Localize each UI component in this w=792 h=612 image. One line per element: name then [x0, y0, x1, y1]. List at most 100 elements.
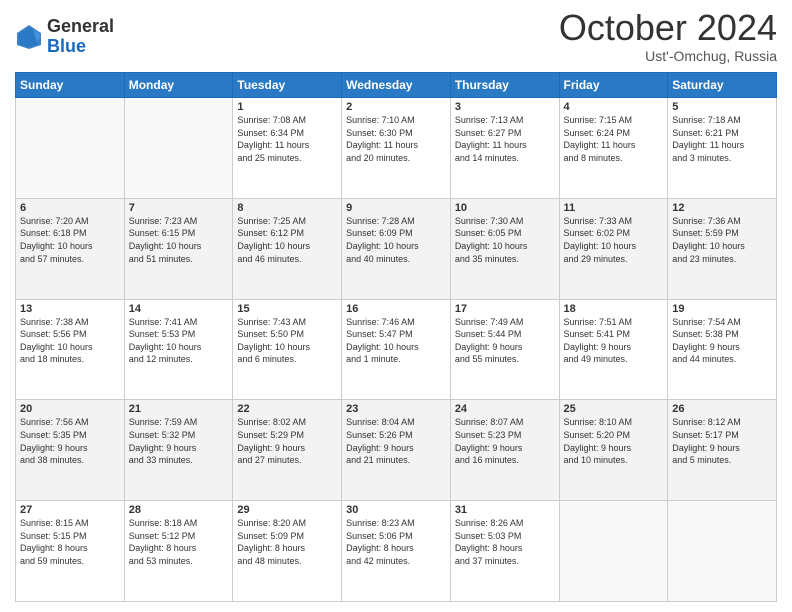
weekday-header-sunday: Sunday — [16, 73, 125, 98]
day-number: 20 — [20, 403, 120, 415]
calendar-cell: 2Sunrise: 7:10 AM Sunset: 6:30 PM Daylig… — [342, 98, 451, 199]
cell-daylight-info: Sunrise: 8:18 AM Sunset: 5:12 PM Dayligh… — [129, 517, 229, 567]
page: General Blue October 2024 Ust'-Omchug, R… — [0, 0, 792, 612]
calendar-cell: 11Sunrise: 7:33 AM Sunset: 6:02 PM Dayli… — [559, 198, 668, 299]
cell-daylight-info: Sunrise: 7:08 AM Sunset: 6:34 PM Dayligh… — [237, 114, 337, 164]
day-number: 10 — [455, 202, 555, 214]
cell-daylight-info: Sunrise: 8:10 AM Sunset: 5:20 PM Dayligh… — [564, 416, 664, 466]
day-number: 21 — [129, 403, 229, 415]
day-number: 13 — [20, 303, 120, 315]
cell-daylight-info: Sunrise: 7:20 AM Sunset: 6:18 PM Dayligh… — [20, 215, 120, 265]
cell-daylight-info: Sunrise: 7:51 AM Sunset: 5:41 PM Dayligh… — [564, 316, 664, 366]
day-number: 16 — [346, 303, 446, 315]
day-number: 28 — [129, 504, 229, 516]
cell-daylight-info: Sunrise: 7:56 AM Sunset: 5:35 PM Dayligh… — [20, 416, 120, 466]
cell-daylight-info: Sunrise: 7:18 AM Sunset: 6:21 PM Dayligh… — [672, 114, 772, 164]
calendar-cell: 3Sunrise: 7:13 AM Sunset: 6:27 PM Daylig… — [450, 98, 559, 199]
cell-daylight-info: Sunrise: 8:20 AM Sunset: 5:09 PM Dayligh… — [237, 517, 337, 567]
calendar-cell: 18Sunrise: 7:51 AM Sunset: 5:41 PM Dayli… — [559, 299, 668, 400]
weekday-header-monday: Monday — [124, 73, 233, 98]
calendar-cell: 22Sunrise: 8:02 AM Sunset: 5:29 PM Dayli… — [233, 400, 342, 501]
cell-daylight-info: Sunrise: 7:15 AM Sunset: 6:24 PM Dayligh… — [564, 114, 664, 164]
calendar-week-2: 6Sunrise: 7:20 AM Sunset: 6:18 PM Daylig… — [16, 198, 777, 299]
day-number: 6 — [20, 202, 120, 214]
cell-daylight-info: Sunrise: 8:12 AM Sunset: 5:17 PM Dayligh… — [672, 416, 772, 466]
logo-text: General Blue — [47, 17, 114, 57]
calendar-cell: 7Sunrise: 7:23 AM Sunset: 6:15 PM Daylig… — [124, 198, 233, 299]
calendar-cell: 15Sunrise: 7:43 AM Sunset: 5:50 PM Dayli… — [233, 299, 342, 400]
cell-daylight-info: Sunrise: 7:25 AM Sunset: 6:12 PM Dayligh… — [237, 215, 337, 265]
cell-daylight-info: Sunrise: 7:13 AM Sunset: 6:27 PM Dayligh… — [455, 114, 555, 164]
calendar-cell: 21Sunrise: 7:59 AM Sunset: 5:32 PM Dayli… — [124, 400, 233, 501]
weekday-header-thursday: Thursday — [450, 73, 559, 98]
day-number: 18 — [564, 303, 664, 315]
calendar-cell: 25Sunrise: 8:10 AM Sunset: 5:20 PM Dayli… — [559, 400, 668, 501]
day-number: 22 — [237, 403, 337, 415]
cell-daylight-info: Sunrise: 7:41 AM Sunset: 5:53 PM Dayligh… — [129, 316, 229, 366]
calendar-cell: 31Sunrise: 8:26 AM Sunset: 5:03 PM Dayli… — [450, 501, 559, 602]
calendar-cell: 13Sunrise: 7:38 AM Sunset: 5:56 PM Dayli… — [16, 299, 125, 400]
location-subtitle: Ust'-Omchug, Russia — [559, 48, 777, 64]
month-title: October 2024 — [559, 10, 777, 46]
day-number: 29 — [237, 504, 337, 516]
cell-daylight-info: Sunrise: 7:10 AM Sunset: 6:30 PM Dayligh… — [346, 114, 446, 164]
day-number: 30 — [346, 504, 446, 516]
logo: General Blue — [15, 17, 114, 57]
day-number: 31 — [455, 504, 555, 516]
cell-daylight-info: Sunrise: 7:36 AM Sunset: 5:59 PM Dayligh… — [672, 215, 772, 265]
calendar-cell: 23Sunrise: 8:04 AM Sunset: 5:26 PM Dayli… — [342, 400, 451, 501]
calendar-cell — [559, 501, 668, 602]
calendar-cell — [668, 501, 777, 602]
day-number: 14 — [129, 303, 229, 315]
weekday-header-tuesday: Tuesday — [233, 73, 342, 98]
cell-daylight-info: Sunrise: 8:23 AM Sunset: 5:06 PM Dayligh… — [346, 517, 446, 567]
calendar-cell: 19Sunrise: 7:54 AM Sunset: 5:38 PM Dayli… — [668, 299, 777, 400]
calendar-cell: 9Sunrise: 7:28 AM Sunset: 6:09 PM Daylig… — [342, 198, 451, 299]
day-number: 2 — [346, 101, 446, 113]
cell-daylight-info: Sunrise: 7:46 AM Sunset: 5:47 PM Dayligh… — [346, 316, 446, 366]
day-number: 5 — [672, 101, 772, 113]
day-number: 27 — [20, 504, 120, 516]
cell-daylight-info: Sunrise: 8:02 AM Sunset: 5:29 PM Dayligh… — [237, 416, 337, 466]
logo-icon — [15, 23, 43, 51]
day-number: 15 — [237, 303, 337, 315]
logo-blue: Blue — [47, 37, 114, 57]
title-block: October 2024 Ust'-Omchug, Russia — [559, 10, 777, 64]
weekday-header-saturday: Saturday — [668, 73, 777, 98]
day-number: 11 — [564, 202, 664, 214]
day-number: 19 — [672, 303, 772, 315]
cell-daylight-info: Sunrise: 8:07 AM Sunset: 5:23 PM Dayligh… — [455, 416, 555, 466]
calendar-week-1: 1Sunrise: 7:08 AM Sunset: 6:34 PM Daylig… — [16, 98, 777, 199]
calendar-cell: 27Sunrise: 8:15 AM Sunset: 5:15 PM Dayli… — [16, 501, 125, 602]
calendar-cell: 16Sunrise: 7:46 AM Sunset: 5:47 PM Dayli… — [342, 299, 451, 400]
weekday-header-wednesday: Wednesday — [342, 73, 451, 98]
calendar-week-5: 27Sunrise: 8:15 AM Sunset: 5:15 PM Dayli… — [16, 501, 777, 602]
cell-daylight-info: Sunrise: 7:43 AM Sunset: 5:50 PM Dayligh… — [237, 316, 337, 366]
cell-daylight-info: Sunrise: 7:59 AM Sunset: 5:32 PM Dayligh… — [129, 416, 229, 466]
calendar-cell: 8Sunrise: 7:25 AM Sunset: 6:12 PM Daylig… — [233, 198, 342, 299]
day-number: 26 — [672, 403, 772, 415]
calendar-week-3: 13Sunrise: 7:38 AM Sunset: 5:56 PM Dayli… — [16, 299, 777, 400]
day-number: 25 — [564, 403, 664, 415]
calendar-cell: 6Sunrise: 7:20 AM Sunset: 6:18 PM Daylig… — [16, 198, 125, 299]
calendar-table: SundayMondayTuesdayWednesdayThursdayFrid… — [15, 72, 777, 602]
calendar-cell — [124, 98, 233, 199]
day-number: 7 — [129, 202, 229, 214]
day-number: 12 — [672, 202, 772, 214]
calendar-cell: 24Sunrise: 8:07 AM Sunset: 5:23 PM Dayli… — [450, 400, 559, 501]
calendar-cell: 5Sunrise: 7:18 AM Sunset: 6:21 PM Daylig… — [668, 98, 777, 199]
cell-daylight-info: Sunrise: 8:26 AM Sunset: 5:03 PM Dayligh… — [455, 517, 555, 567]
day-number: 24 — [455, 403, 555, 415]
calendar-cell — [16, 98, 125, 199]
day-number: 17 — [455, 303, 555, 315]
header: General Blue October 2024 Ust'-Omchug, R… — [15, 10, 777, 64]
calendar-cell: 12Sunrise: 7:36 AM Sunset: 5:59 PM Dayli… — [668, 198, 777, 299]
calendar-cell: 26Sunrise: 8:12 AM Sunset: 5:17 PM Dayli… — [668, 400, 777, 501]
calendar-cell: 4Sunrise: 7:15 AM Sunset: 6:24 PM Daylig… — [559, 98, 668, 199]
calendar-cell: 20Sunrise: 7:56 AM Sunset: 5:35 PM Dayli… — [16, 400, 125, 501]
calendar-cell: 14Sunrise: 7:41 AM Sunset: 5:53 PM Dayli… — [124, 299, 233, 400]
day-number: 3 — [455, 101, 555, 113]
cell-daylight-info: Sunrise: 7:30 AM Sunset: 6:05 PM Dayligh… — [455, 215, 555, 265]
weekday-header-row: SundayMondayTuesdayWednesdayThursdayFrid… — [16, 73, 777, 98]
calendar-cell: 1Sunrise: 7:08 AM Sunset: 6:34 PM Daylig… — [233, 98, 342, 199]
